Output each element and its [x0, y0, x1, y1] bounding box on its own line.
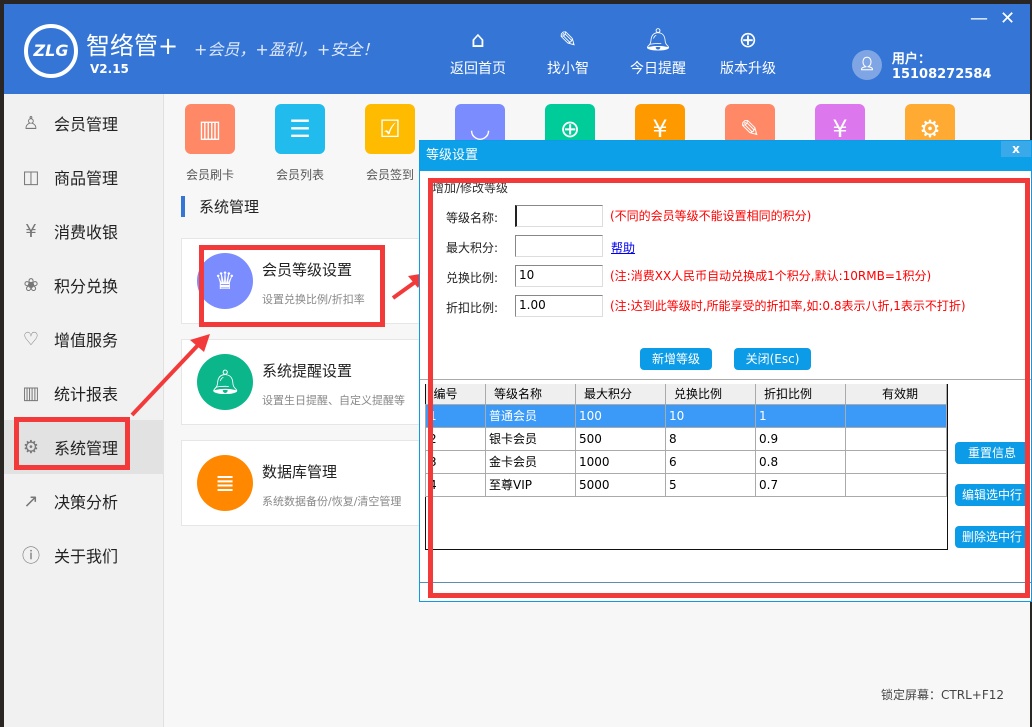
- highlight-box: [428, 178, 1030, 598]
- dialog-title: 等级设置: [420, 141, 1031, 171]
- arrow-1: [132, 343, 200, 415]
- dialog-close-button[interactable]: x: [1001, 141, 1031, 157]
